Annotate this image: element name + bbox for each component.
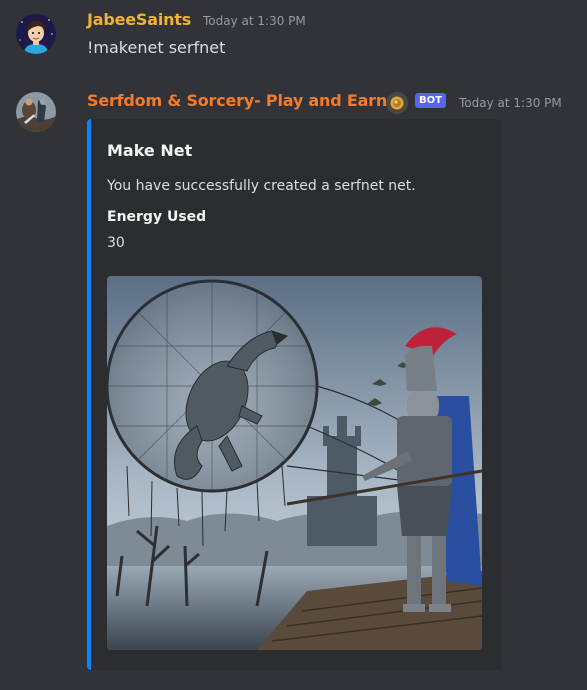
server-tag-icon[interactable] xyxy=(386,92,408,114)
embed-field-value: 30 xyxy=(107,235,125,251)
gold-coin-icon xyxy=(386,92,408,114)
bot-username[interactable]: Serfdom & Sorcery- Play and Earn xyxy=(87,91,387,110)
embed-title: Make Net xyxy=(107,141,193,160)
embed-field-name: Energy Used xyxy=(107,209,207,225)
message-timestamp: Today at 1:30 PM xyxy=(203,14,306,28)
embed-accent-bar xyxy=(87,119,91,670)
embed-image[interactable] xyxy=(107,276,482,650)
message-embed: Make Net You have successfully created a… xyxy=(87,119,501,670)
message-username[interactable]: JabeeSaints xyxy=(87,10,191,29)
chat-messages: JabeeSaints Today at 1:30 PM !makenet se… xyxy=(0,0,587,690)
bot-avatar[interactable] xyxy=(16,92,56,132)
user-avatar[interactable] xyxy=(16,14,56,54)
embed-description: You have successfully created a serfnet … xyxy=(107,178,416,194)
knight-with-net-capturing-dinosaur-image xyxy=(107,276,482,650)
knight-battle-avatar-icon xyxy=(16,92,56,132)
cartoon-man-avatar-icon xyxy=(16,14,56,54)
bot-tag: BOT xyxy=(415,93,446,108)
message-content: !makenet serfnet xyxy=(87,38,226,57)
message-timestamp: Today at 1:30 PM xyxy=(459,96,562,110)
